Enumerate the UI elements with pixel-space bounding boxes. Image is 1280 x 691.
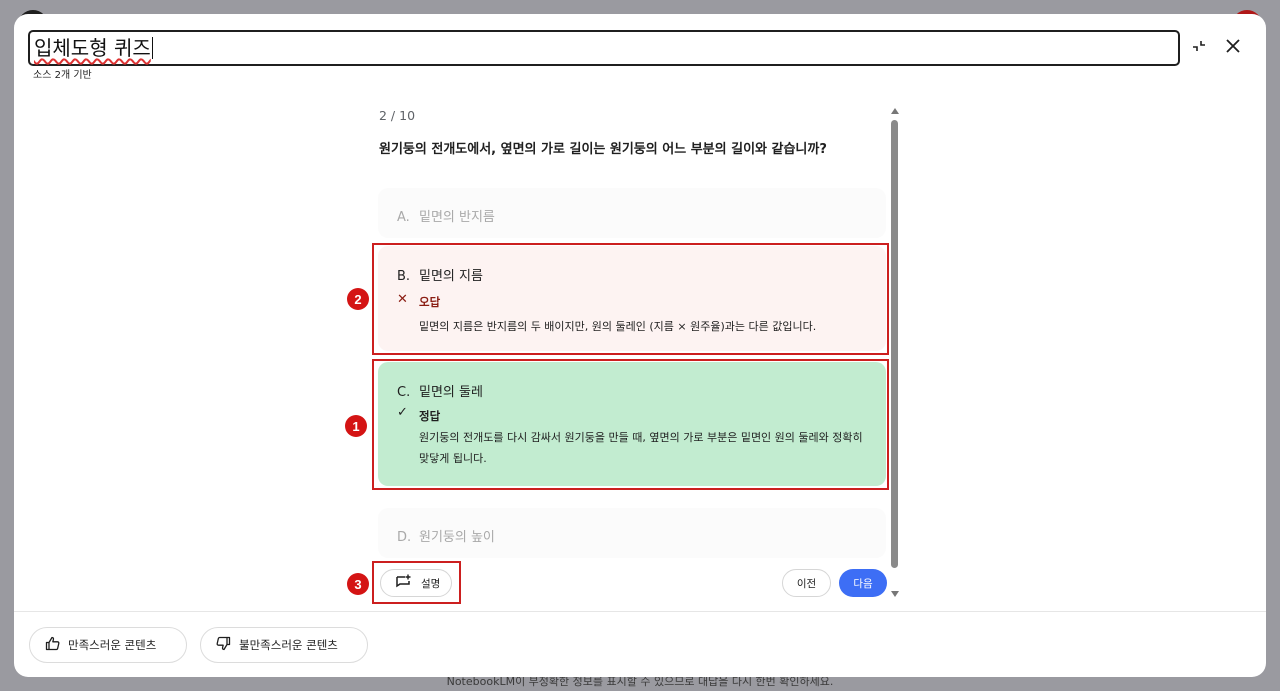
- quiz-title-text: 입체도형 퀴즈: [34, 36, 151, 60]
- question-text: 원기둥의 전개도에서, 옆면의 가로 길이는 원기둥의 어느 부분의 길이와 같…: [379, 142, 827, 157]
- option-letter: A.: [397, 210, 410, 225]
- thumbs-down-icon: [216, 636, 231, 654]
- bad-content-button[interactable]: 불만족스러운 콘텐츠: [200, 627, 368, 663]
- scroll-up-arrow-icon[interactable]: [891, 108, 899, 114]
- thumbs-up-icon: [45, 636, 60, 654]
- scroll-down-arrow-icon[interactable]: [891, 591, 899, 597]
- chat-spark-icon: [395, 574, 412, 592]
- close-button[interactable]: [1219, 34, 1247, 62]
- collapse-icon: [1191, 38, 1207, 58]
- quiz-title-input[interactable]: 입체도형 퀴즈: [28, 30, 1180, 66]
- annotation-badge-2: 2: [347, 288, 369, 310]
- annotation-badge-3: 3: [347, 573, 369, 595]
- bad-content-label: 불만족스러운 콘텐츠: [239, 638, 338, 652]
- scrollbar-thumb[interactable]: [891, 120, 898, 568]
- footer-divider: [14, 611, 1266, 612]
- quiz-dialog: 입체도형 퀴즈 소스 2개 기반 2 / 10 원기둥의 전개도에서, 옆면의 …: [14, 14, 1266, 677]
- next-button[interactable]: 다음: [839, 569, 887, 597]
- close-icon: [1225, 38, 1241, 58]
- explain-button[interactable]: 설명: [380, 569, 452, 597]
- scrollbar[interactable]: [890, 108, 900, 598]
- source-count-label: 소스 2개 기반: [33, 70, 92, 81]
- option-letter: D.: [397, 530, 412, 545]
- question-counter: 2 / 10: [379, 108, 416, 123]
- answer-option-d[interactable]: D. 원기둥의 높이: [378, 508, 886, 558]
- option-text: 원기둥의 높이: [419, 530, 495, 545]
- good-content-label: 만족스러운 콘텐츠: [68, 638, 157, 652]
- good-content-button[interactable]: 만족스러운 콘텐츠: [29, 627, 187, 663]
- annotation-box-1: [372, 359, 889, 490]
- text-caret: [151, 37, 153, 59]
- annotation-badge-1: 1: [345, 415, 367, 437]
- answer-option-a[interactable]: A. 밑면의 반지름: [378, 188, 886, 238]
- previous-button[interactable]: 이전: [782, 569, 831, 597]
- option-label: A. 밑면의 반지름: [397, 206, 495, 225]
- annotation-box-2: [372, 243, 889, 355]
- option-label: D. 원기둥의 높이: [397, 526, 495, 545]
- explain-button-label: 설명: [421, 577, 441, 590]
- collapse-button[interactable]: [1185, 34, 1213, 62]
- option-text: 밑면의 반지름: [419, 210, 495, 225]
